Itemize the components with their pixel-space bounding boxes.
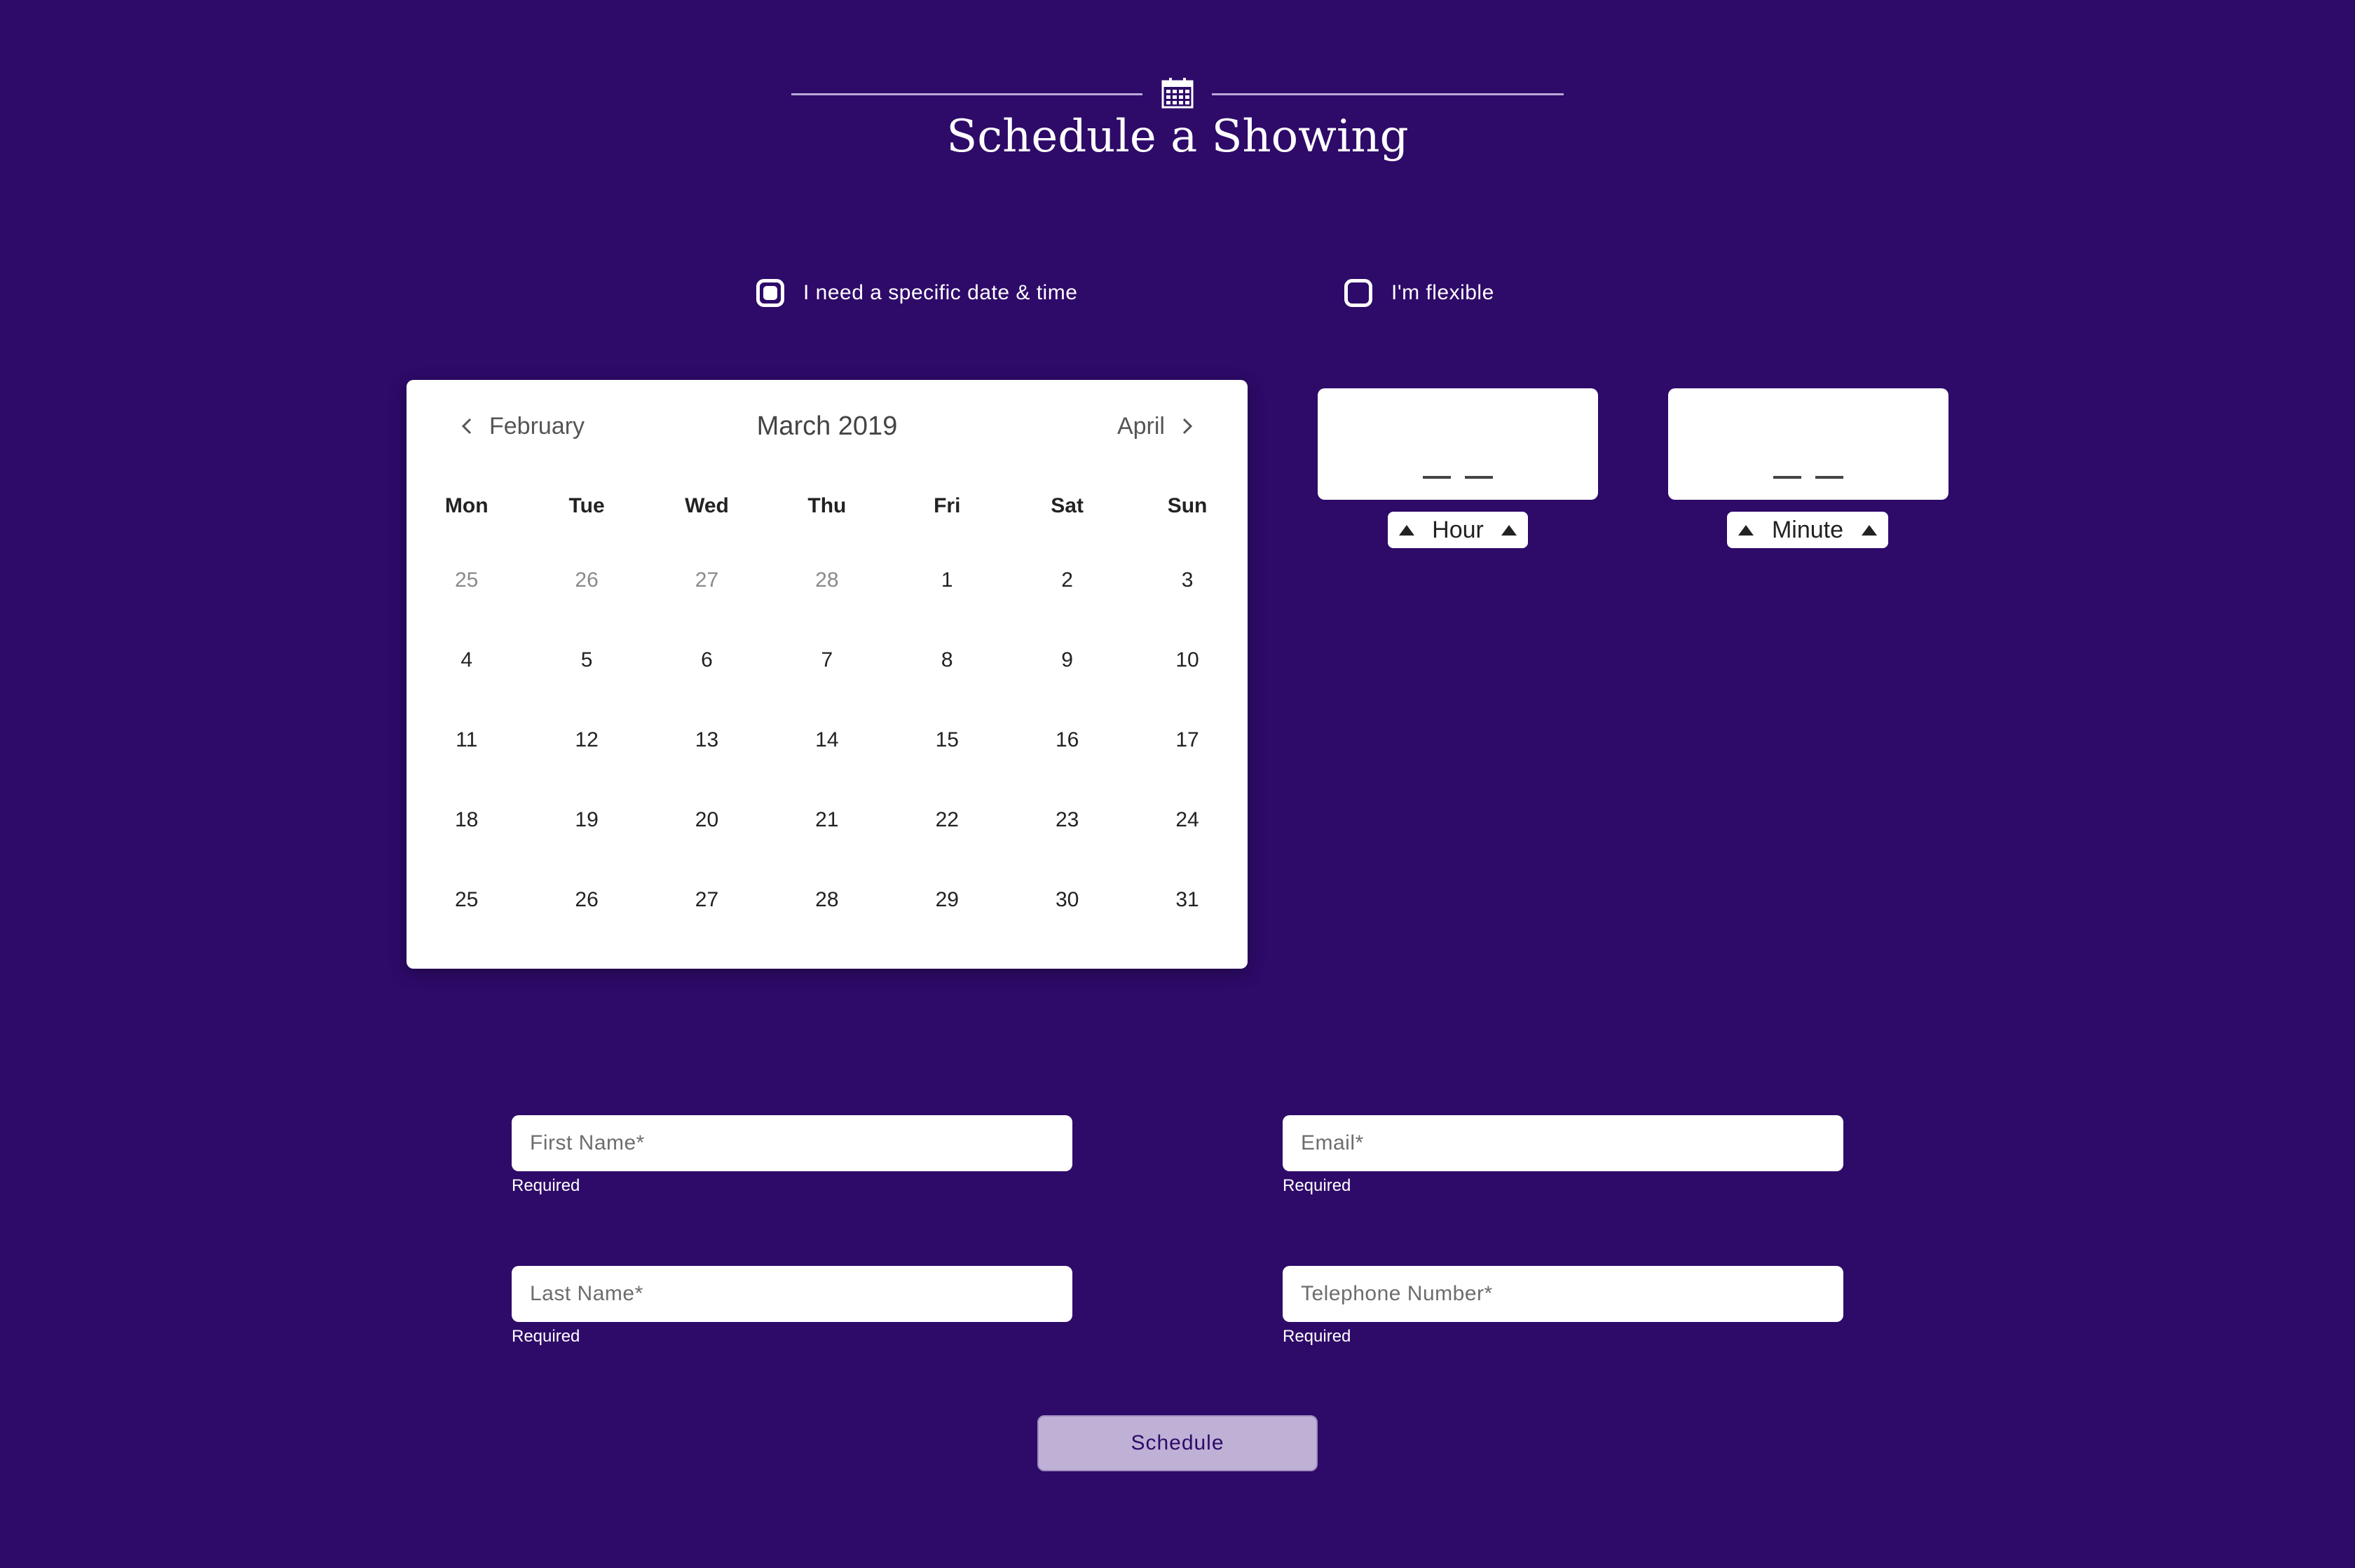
last-name-input[interactable] bbox=[512, 1266, 1072, 1322]
header-divider-right bbox=[1212, 93, 1564, 95]
calendar-day[interactable]: 2 bbox=[1007, 562, 1127, 599]
calendar-day[interactable]: 1 bbox=[887, 562, 1007, 599]
calendar-day[interactable]: 22 bbox=[887, 802, 1007, 838]
minute-dash bbox=[1773, 476, 1801, 479]
calendar-day[interactable]: 31 bbox=[1127, 882, 1247, 918]
calendar-days-grid: 25 26 27 28 1 2 3 4 5 6 7 8 9 10 11 12 13 14 15 16 17 18 19 20 2… bbox=[407, 562, 1248, 962]
first-name-input[interactable] bbox=[512, 1115, 1072, 1171]
calendar-day[interactable]: 8 bbox=[887, 642, 1007, 679]
calendar-day[interactable]: 23 bbox=[1007, 802, 1127, 838]
calendar-day[interactable]: 29 bbox=[887, 882, 1007, 918]
calendar-day[interactable]: 30 bbox=[1007, 882, 1127, 918]
calendar-day[interactable]: 24 bbox=[1127, 802, 1247, 838]
flexible-checkbox[interactable] bbox=[1344, 279, 1372, 307]
minute-placeholder bbox=[1773, 476, 1843, 480]
weekday-header: Mon Tue Wed Thu Fri Sat Sun bbox=[407, 485, 1248, 527]
specific-date-checkbox[interactable] bbox=[756, 279, 784, 307]
hour-display[interactable] bbox=[1318, 388, 1598, 500]
calendar-day[interactable]: 7 bbox=[767, 642, 887, 679]
calendar-day[interactable]: 27 bbox=[647, 882, 767, 918]
calendar-widget: March 2019 February April Mon Tue Wed Thu Fr… bbox=[407, 380, 1248, 969]
weekday-label: Fri bbox=[934, 494, 961, 517]
minute-stepper: Minute bbox=[1727, 512, 1888, 548]
calendar-day[interactable]: 12 bbox=[526, 722, 646, 758]
weekday-label: Tue bbox=[568, 494, 605, 517]
calendar-day[interactable]: 13 bbox=[647, 722, 767, 758]
calendar-day[interactable]: 21 bbox=[767, 802, 887, 838]
calendar-icon bbox=[1161, 78, 1194, 109]
first-name-required: Required bbox=[512, 1176, 580, 1195]
weekday-label: Thu bbox=[807, 494, 847, 517]
calendar-day-outside-month[interactable]: 28 bbox=[767, 562, 887, 599]
previous-month-button[interactable]: February bbox=[457, 405, 585, 447]
calendar-day[interactable]: 10 bbox=[1127, 642, 1247, 679]
calendar-day[interactable]: 14 bbox=[767, 722, 887, 758]
weekday-label: Sat bbox=[1051, 494, 1084, 517]
calendar-day[interactable]: 28 bbox=[767, 882, 887, 918]
calendar-day[interactable]: 4 bbox=[407, 642, 526, 679]
minute-display[interactable] bbox=[1668, 388, 1948, 500]
telephone-required: Required bbox=[1283, 1327, 1351, 1346]
calendar-day[interactable]: 3 bbox=[1127, 562, 1247, 599]
calendar-day[interactable]: 9 bbox=[1007, 642, 1127, 679]
flexible-label: I'm flexible bbox=[1391, 281, 1494, 304]
email-input[interactable] bbox=[1283, 1115, 1843, 1171]
last-name-required: Required bbox=[512, 1327, 580, 1346]
minute-up-arrow-icon[interactable] bbox=[1862, 524, 1877, 536]
calendar-day[interactable]: 15 bbox=[887, 722, 1007, 758]
calendar-day[interactable]: 6 bbox=[647, 642, 767, 679]
hour-label: Hour bbox=[1432, 516, 1484, 543]
minute-up-arrow-icon[interactable] bbox=[1738, 524, 1754, 536]
hour-up-arrow-icon[interactable] bbox=[1501, 524, 1517, 536]
hour-dash bbox=[1423, 476, 1451, 479]
chevron-left-icon bbox=[461, 418, 472, 435]
schedule-button[interactable]: Schedule bbox=[1037, 1415, 1318, 1471]
telephone-input[interactable] bbox=[1283, 1266, 1843, 1322]
calendar-day[interactable]: 16 bbox=[1007, 722, 1127, 758]
calendar-day[interactable]: 19 bbox=[526, 802, 646, 838]
calendar-day[interactable]: 20 bbox=[647, 802, 767, 838]
page-title: Schedule a Showing bbox=[946, 111, 1409, 163]
hour-stepper: Hour bbox=[1388, 512, 1528, 548]
calendar-day[interactable]: 17 bbox=[1127, 722, 1247, 758]
next-month-label: April bbox=[1117, 412, 1165, 439]
weekday-label: Sun bbox=[1167, 494, 1208, 517]
calendar-day-outside-month[interactable]: 27 bbox=[647, 562, 767, 599]
calendar-day-outside-month[interactable]: 25 bbox=[407, 562, 526, 599]
calendar-day[interactable]: 5 bbox=[526, 642, 646, 679]
chevron-right-icon bbox=[1182, 418, 1193, 435]
header-divider-left bbox=[791, 93, 1142, 95]
hour-placeholder bbox=[1423, 476, 1493, 480]
previous-month-label: February bbox=[489, 412, 585, 439]
calendar-day[interactable]: 18 bbox=[407, 802, 526, 838]
next-month-button[interactable]: April bbox=[1117, 405, 1197, 447]
calendar-day-outside-month[interactable]: 26 bbox=[526, 562, 646, 599]
specific-date-label: I need a specific date & time bbox=[803, 281, 1078, 304]
specific-date-option[interactable]: I need a specific date & time bbox=[756, 275, 1077, 311]
calendar-day[interactable]: 25 bbox=[407, 882, 526, 918]
flexible-option[interactable]: I'm flexible bbox=[1344, 275, 1494, 311]
weekday-label: Mon bbox=[444, 494, 489, 517]
minute-dash bbox=[1815, 476, 1843, 479]
hour-dash bbox=[1465, 476, 1493, 479]
hour-up-arrow-icon[interactable] bbox=[1399, 524, 1414, 536]
email-required: Required bbox=[1283, 1176, 1351, 1195]
minute-label: Minute bbox=[1771, 516, 1844, 543]
calendar-day[interactable]: 26 bbox=[526, 882, 646, 918]
calendar-day[interactable]: 11 bbox=[407, 722, 526, 758]
weekday-label: Wed bbox=[685, 494, 729, 517]
